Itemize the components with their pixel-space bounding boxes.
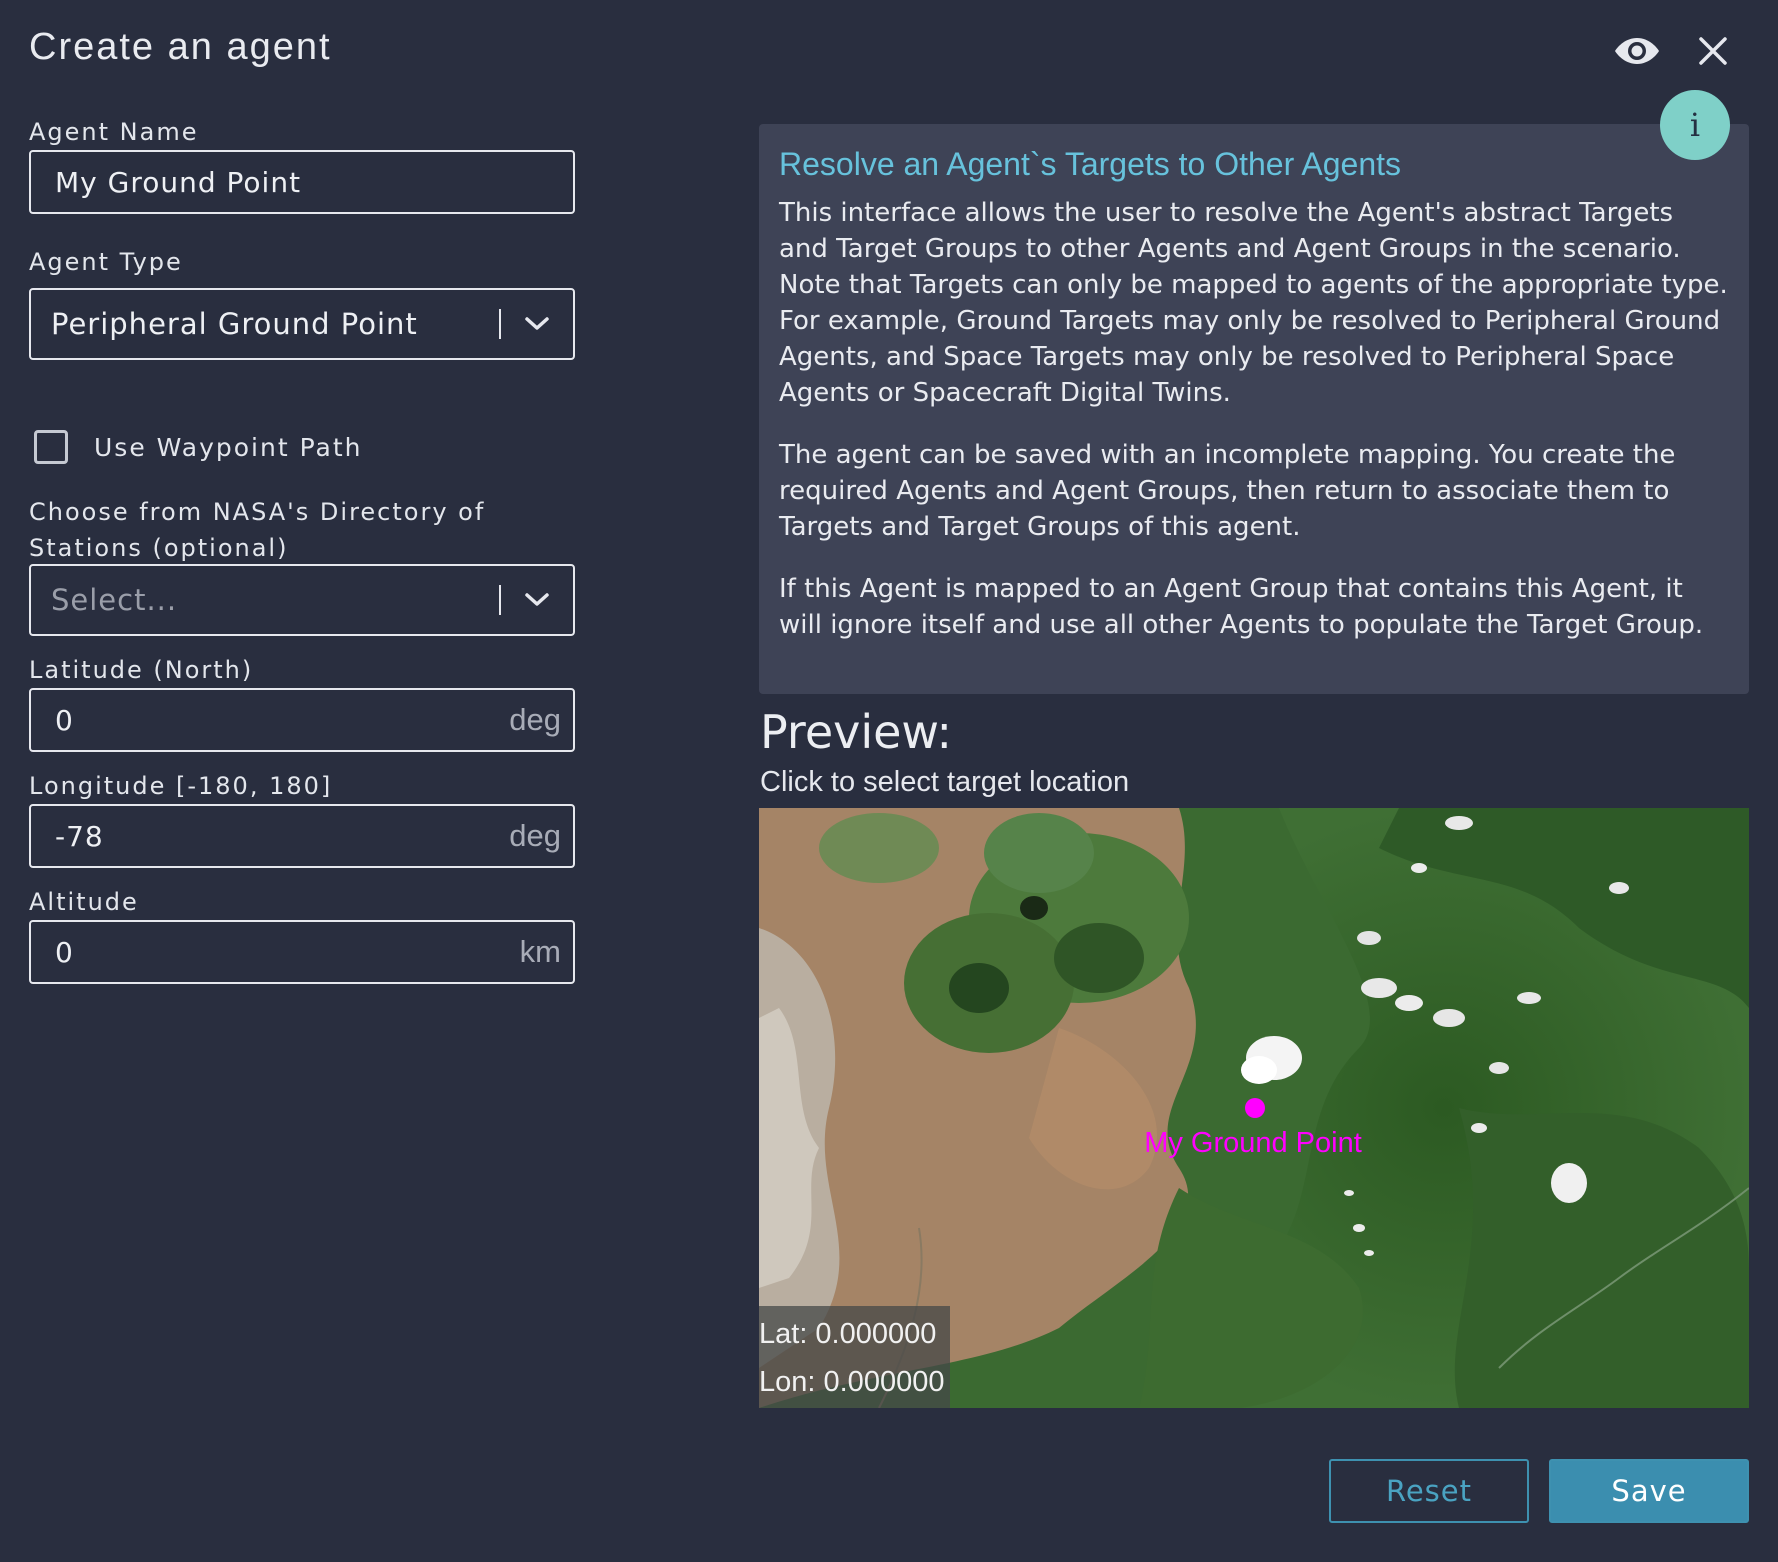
- info-title: Resolve an Agent`s Targets to Other Agen…: [779, 146, 1401, 182]
- info-paragraph-2: The agent can be saved with an incomplet…: [779, 440, 1676, 542]
- use-waypoint-path-toggle[interactable]: Use Waypoint Path: [34, 430, 363, 464]
- nasa-station-placeholder: Select...: [51, 583, 178, 617]
- top-icons: [1614, 28, 1736, 74]
- agent-name-field-box: [29, 150, 575, 214]
- ground-point-marker-label: My Ground Point: [1144, 1127, 1362, 1159]
- longitude-readout: Lon: 0.000000: [759, 1366, 945, 1398]
- altitude-field-box: km: [29, 920, 575, 984]
- chevron-down-icon: [501, 316, 573, 332]
- info-paragraph-1: This interface allows the user to resolv…: [779, 198, 1728, 408]
- nasa-station-select[interactable]: Select...: [29, 564, 575, 636]
- agent-type-label: Agent Type: [29, 248, 183, 276]
- latitude-readout: Lat: 0.000000: [759, 1318, 937, 1350]
- chevron-down-icon: [501, 592, 573, 608]
- latitude-label: Latitude (North): [29, 656, 254, 684]
- altitude-label: Altitude: [29, 888, 139, 916]
- longitude-unit: deg: [509, 818, 561, 853]
- save-button[interactable]: Save: [1549, 1459, 1749, 1523]
- altitude-unit: km: [519, 934, 561, 969]
- altitude-input[interactable]: [31, 922, 520, 982]
- eye-icon[interactable]: [1614, 28, 1660, 74]
- agent-name-input[interactable]: [31, 152, 573, 212]
- use-waypoint-path-label: Use Waypoint Path: [94, 432, 363, 462]
- latitude-unit: deg: [509, 702, 561, 737]
- preview-subtitle: Click to select target location: [760, 766, 1130, 798]
- preview-title: Preview:: [760, 705, 953, 759]
- info-icon[interactable]: i: [1660, 90, 1730, 160]
- preview-map[interactable]: My Ground Point Lat: 0.000000 Lon: 0.000…: [759, 808, 1749, 1408]
- info-panel: Resolve an Agent`s Targets to Other Agen…: [759, 124, 1749, 694]
- longitude-label: Longitude [-180, 180]: [29, 772, 333, 800]
- use-waypoint-path-checkbox[interactable]: [34, 430, 68, 464]
- ground-point-marker[interactable]: [1245, 1098, 1265, 1118]
- latitude-input[interactable]: [31, 690, 510, 750]
- agent-type-value: Peripheral Ground Point: [51, 307, 418, 341]
- longitude-field-box: deg: [29, 804, 575, 868]
- reset-button[interactable]: Reset: [1329, 1459, 1529, 1523]
- info-paragraph-3: If this Agent is mapped to an Agent Grou…: [779, 574, 1704, 640]
- nasa-station-label: Choose from NASA's Directory of Stations…: [29, 498, 486, 562]
- agent-type-select[interactable]: Peripheral Ground Point: [29, 288, 575, 360]
- longitude-input[interactable]: [31, 806, 510, 866]
- close-icon[interactable]: [1690, 28, 1736, 74]
- dialog-title: Create an agent: [29, 26, 332, 68]
- agent-name-label: Agent Name: [29, 118, 199, 146]
- coordinate-readout: Lat: 0.000000 Lon: 0.000000: [759, 1306, 951, 1408]
- latitude-field-box: deg: [29, 688, 575, 752]
